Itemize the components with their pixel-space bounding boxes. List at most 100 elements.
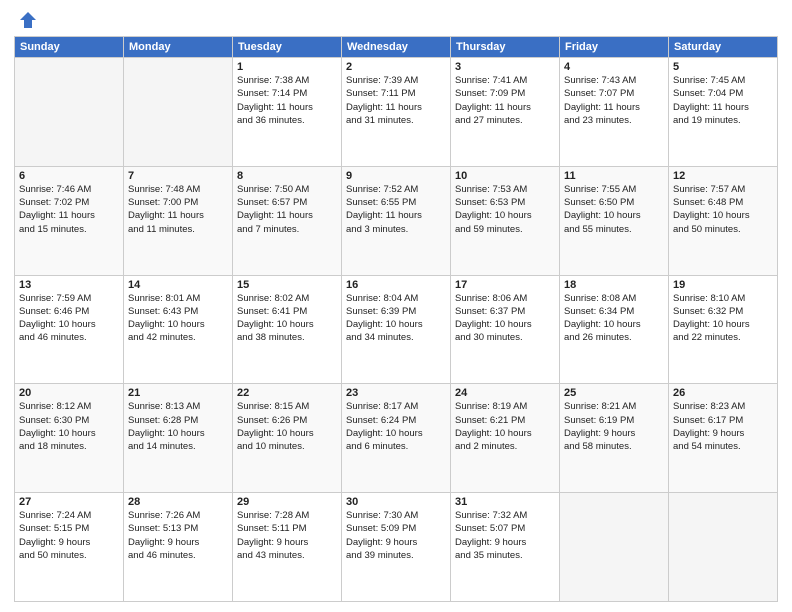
day-info: Sunrise: 8:23 AMSunset: 6:17 PMDaylight:…: [673, 400, 773, 453]
day-number: 30: [346, 496, 446, 508]
day-number: 23: [346, 387, 446, 399]
day-number: 20: [19, 387, 119, 399]
day-info: Sunrise: 8:01 AMSunset: 6:43 PMDaylight:…: [128, 292, 228, 345]
calendar-cell: 21Sunrise: 8:13 AMSunset: 6:28 PMDayligh…: [124, 384, 233, 493]
calendar-cell: 18Sunrise: 8:08 AMSunset: 6:34 PMDayligh…: [560, 275, 669, 384]
day-number: 11: [564, 170, 664, 182]
page: SundayMondayTuesdayWednesdayThursdayFrid…: [0, 0, 792, 612]
day-number: 25: [564, 387, 664, 399]
day-info: Sunrise: 8:06 AMSunset: 6:37 PMDaylight:…: [455, 292, 555, 345]
day-info: Sunrise: 8:04 AMSunset: 6:39 PMDaylight:…: [346, 292, 446, 345]
day-number: 21: [128, 387, 228, 399]
calendar-cell: 7Sunrise: 7:48 AMSunset: 7:00 PMDaylight…: [124, 166, 233, 275]
calendar-cell: 31Sunrise: 7:32 AMSunset: 5:07 PMDayligh…: [451, 493, 560, 602]
calendar-cell: 3Sunrise: 7:41 AMSunset: 7:09 PMDaylight…: [451, 58, 560, 167]
day-number: 1: [237, 61, 337, 73]
day-number: 28: [128, 496, 228, 508]
calendar-cell: 10Sunrise: 7:53 AMSunset: 6:53 PMDayligh…: [451, 166, 560, 275]
day-number: 18: [564, 279, 664, 291]
logo-area: [14, 10, 38, 30]
day-number: 8: [237, 170, 337, 182]
calendar-cell: 4Sunrise: 7:43 AMSunset: 7:07 PMDaylight…: [560, 58, 669, 167]
calendar-cell: 28Sunrise: 7:26 AMSunset: 5:13 PMDayligh…: [124, 493, 233, 602]
day-info: Sunrise: 8:21 AMSunset: 6:19 PMDaylight:…: [564, 400, 664, 453]
day-number: 13: [19, 279, 119, 291]
calendar-cell: [560, 493, 669, 602]
day-info: Sunrise: 8:17 AMSunset: 6:24 PMDaylight:…: [346, 400, 446, 453]
day-number: 5: [673, 61, 773, 73]
calendar-cell: 5Sunrise: 7:45 AMSunset: 7:04 PMDaylight…: [669, 58, 778, 167]
calendar-cell: 19Sunrise: 8:10 AMSunset: 6:32 PMDayligh…: [669, 275, 778, 384]
week-row-2: 6Sunrise: 7:46 AMSunset: 7:02 PMDaylight…: [15, 166, 778, 275]
day-info: Sunrise: 8:08 AMSunset: 6:34 PMDaylight:…: [564, 292, 664, 345]
day-info: Sunrise: 8:13 AMSunset: 6:28 PMDaylight:…: [128, 400, 228, 453]
day-number: 16: [346, 279, 446, 291]
day-number: 24: [455, 387, 555, 399]
calendar-cell: 12Sunrise: 7:57 AMSunset: 6:48 PMDayligh…: [669, 166, 778, 275]
day-info: Sunrise: 8:02 AMSunset: 6:41 PMDaylight:…: [237, 292, 337, 345]
day-info: Sunrise: 7:30 AMSunset: 5:09 PMDaylight:…: [346, 509, 446, 562]
calendar-cell: 24Sunrise: 8:19 AMSunset: 6:21 PMDayligh…: [451, 384, 560, 493]
calendar-cell: 27Sunrise: 7:24 AMSunset: 5:15 PMDayligh…: [15, 493, 124, 602]
day-info: Sunrise: 7:28 AMSunset: 5:11 PMDaylight:…: [237, 509, 337, 562]
header: [14, 10, 778, 30]
day-number: 12: [673, 170, 773, 182]
day-number: 27: [19, 496, 119, 508]
calendar-cell: 16Sunrise: 8:04 AMSunset: 6:39 PMDayligh…: [342, 275, 451, 384]
logo-icon: [18, 10, 38, 30]
weekday-header-thursday: Thursday: [451, 37, 560, 58]
day-info: Sunrise: 7:50 AMSunset: 6:57 PMDaylight:…: [237, 183, 337, 236]
day-info: Sunrise: 7:24 AMSunset: 5:15 PMDaylight:…: [19, 509, 119, 562]
calendar-cell: 20Sunrise: 8:12 AMSunset: 6:30 PMDayligh…: [15, 384, 124, 493]
calendar-cell: 26Sunrise: 8:23 AMSunset: 6:17 PMDayligh…: [669, 384, 778, 493]
day-number: 26: [673, 387, 773, 399]
calendar-cell: 1Sunrise: 7:38 AMSunset: 7:14 PMDaylight…: [233, 58, 342, 167]
day-info: Sunrise: 7:55 AMSunset: 6:50 PMDaylight:…: [564, 183, 664, 236]
calendar-cell: [15, 58, 124, 167]
weekday-header-tuesday: Tuesday: [233, 37, 342, 58]
calendar-cell: 9Sunrise: 7:52 AMSunset: 6:55 PMDaylight…: [342, 166, 451, 275]
day-number: 19: [673, 279, 773, 291]
calendar-cell: 23Sunrise: 8:17 AMSunset: 6:24 PMDayligh…: [342, 384, 451, 493]
week-row-1: 1Sunrise: 7:38 AMSunset: 7:14 PMDaylight…: [15, 58, 778, 167]
week-row-5: 27Sunrise: 7:24 AMSunset: 5:15 PMDayligh…: [15, 493, 778, 602]
day-number: 17: [455, 279, 555, 291]
weekday-header-row: SundayMondayTuesdayWednesdayThursdayFrid…: [15, 37, 778, 58]
day-info: Sunrise: 7:57 AMSunset: 6:48 PMDaylight:…: [673, 183, 773, 236]
calendar-cell: 11Sunrise: 7:55 AMSunset: 6:50 PMDayligh…: [560, 166, 669, 275]
day-info: Sunrise: 8:10 AMSunset: 6:32 PMDaylight:…: [673, 292, 773, 345]
day-number: 22: [237, 387, 337, 399]
day-number: 14: [128, 279, 228, 291]
weekday-header-friday: Friday: [560, 37, 669, 58]
calendar-cell: 17Sunrise: 8:06 AMSunset: 6:37 PMDayligh…: [451, 275, 560, 384]
day-number: 7: [128, 170, 228, 182]
day-number: 29: [237, 496, 337, 508]
day-info: Sunrise: 8:19 AMSunset: 6:21 PMDaylight:…: [455, 400, 555, 453]
calendar-cell: 6Sunrise: 7:46 AMSunset: 7:02 PMDaylight…: [15, 166, 124, 275]
day-info: Sunrise: 7:39 AMSunset: 7:11 PMDaylight:…: [346, 74, 446, 127]
calendar-cell: 8Sunrise: 7:50 AMSunset: 6:57 PMDaylight…: [233, 166, 342, 275]
day-info: Sunrise: 7:38 AMSunset: 7:14 PMDaylight:…: [237, 74, 337, 127]
day-number: 15: [237, 279, 337, 291]
calendar-cell: 15Sunrise: 8:02 AMSunset: 6:41 PMDayligh…: [233, 275, 342, 384]
calendar-cell: 14Sunrise: 8:01 AMSunset: 6:43 PMDayligh…: [124, 275, 233, 384]
calendar-table: SundayMondayTuesdayWednesdayThursdayFrid…: [14, 36, 778, 602]
calendar-cell: 2Sunrise: 7:39 AMSunset: 7:11 PMDaylight…: [342, 58, 451, 167]
day-info: Sunrise: 7:52 AMSunset: 6:55 PMDaylight:…: [346, 183, 446, 236]
week-row-3: 13Sunrise: 7:59 AMSunset: 6:46 PMDayligh…: [15, 275, 778, 384]
calendar-cell: 29Sunrise: 7:28 AMSunset: 5:11 PMDayligh…: [233, 493, 342, 602]
calendar-cell: 22Sunrise: 8:15 AMSunset: 6:26 PMDayligh…: [233, 384, 342, 493]
day-info: Sunrise: 7:43 AMSunset: 7:07 PMDaylight:…: [564, 74, 664, 127]
day-info: Sunrise: 7:41 AMSunset: 7:09 PMDaylight:…: [455, 74, 555, 127]
weekday-header-wednesday: Wednesday: [342, 37, 451, 58]
calendar-cell: 25Sunrise: 8:21 AMSunset: 6:19 PMDayligh…: [560, 384, 669, 493]
day-info: Sunrise: 7:59 AMSunset: 6:46 PMDaylight:…: [19, 292, 119, 345]
calendar-cell: 13Sunrise: 7:59 AMSunset: 6:46 PMDayligh…: [15, 275, 124, 384]
week-row-4: 20Sunrise: 8:12 AMSunset: 6:30 PMDayligh…: [15, 384, 778, 493]
day-info: Sunrise: 8:15 AMSunset: 6:26 PMDaylight:…: [237, 400, 337, 453]
day-number: 9: [346, 170, 446, 182]
logo: [14, 10, 38, 30]
day-info: Sunrise: 7:53 AMSunset: 6:53 PMDaylight:…: [455, 183, 555, 236]
day-number: 31: [455, 496, 555, 508]
day-info: Sunrise: 7:48 AMSunset: 7:00 PMDaylight:…: [128, 183, 228, 236]
